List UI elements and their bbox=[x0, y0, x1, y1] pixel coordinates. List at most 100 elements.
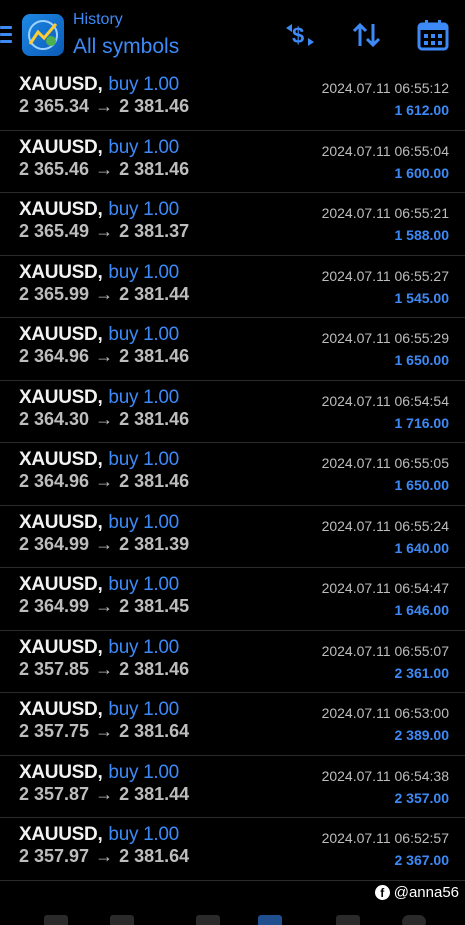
trade-prices: 2 357.87 → 2 381.44 bbox=[19, 784, 189, 805]
trade-row[interactable]: XAUUSD, buy 1.00 2 357.97 → 2 381.64 2024.0… bbox=[0, 818, 465, 881]
calendar-icon bbox=[417, 20, 449, 51]
symbol-filter-title[interactable]: All symbols bbox=[73, 35, 179, 59]
svg-text:$: $ bbox=[292, 23, 304, 48]
close-price: 2 381.44 bbox=[119, 283, 190, 304]
trade-row[interactable]: XAUUSD, buy 1.00 2 364.99 → 2 381.39 2024.0… bbox=[0, 506, 465, 568]
trade-symbol-line: XAUUSD, buy 1.00 bbox=[19, 324, 179, 345]
sort-button[interactable] bbox=[350, 18, 384, 52]
arrow-icon: → bbox=[95, 471, 114, 491]
arrow-icon: → bbox=[95, 408, 114, 429]
trade-time: 2024.07.11 06:54:54 bbox=[321, 392, 449, 409]
watermark: f @anna56 bbox=[374, 884, 459, 901]
trade-side-volume: buy 1.00 bbox=[108, 386, 179, 408]
nav-quotes[interactable] bbox=[44, 915, 68, 925]
trade-time: 2024.07.11 06:55:21 bbox=[321, 205, 449, 221]
arrow-icon: → bbox=[95, 721, 114, 741]
trade-prices: 2 364.96 → 2 381.46 bbox=[19, 346, 189, 367]
trade-profit: 2 357.00 bbox=[394, 789, 450, 806]
trade-row[interactable]: XAUUSD, buy 1.00 2 357.75 → 2 381.64 2024.0… bbox=[0, 693, 465, 756]
arrow-icon: → bbox=[95, 596, 114, 616]
open-price: 2 365.99 bbox=[19, 283, 90, 304]
arrow-icon: → bbox=[95, 283, 114, 304]
trade-time: 2024.07.11 06:55:12 bbox=[321, 80, 449, 96]
nav-chart[interactable] bbox=[110, 915, 134, 925]
trade-time: 2024.07.11 06:55:27 bbox=[321, 267, 449, 284]
trade-prices: 2 357.85 → 2 381.46 bbox=[19, 659, 189, 680]
nav-history[interactable] bbox=[258, 915, 282, 925]
trade-side-volume: buy 1.00 bbox=[108, 261, 179, 283]
trade-row[interactable]: XAUUSD, buy 1.00 2 364.30 → 2 381.46 2024.0… bbox=[0, 381, 465, 443]
trade-row[interactable]: XAUUSD, buy 1.00 2 365.46 → 2 381.46 2024.0… bbox=[0, 131, 465, 193]
open-price: 2 364.96 bbox=[19, 471, 90, 491]
watermark-text: @anna56 bbox=[393, 884, 459, 901]
trade-time: 2024.07.11 06:55:29 bbox=[321, 330, 449, 346]
trade-time: 2024.07.11 06:54:38 bbox=[321, 767, 449, 784]
close-price: 2 381.39 bbox=[119, 533, 190, 554]
trade-profit: 2 361.00 bbox=[394, 664, 450, 681]
close-price: 2 381.46 bbox=[119, 471, 190, 491]
trade-symbol-line: XAUUSD, buy 1.00 bbox=[19, 199, 179, 220]
trade-time: 2024.07.11 06:53:00 bbox=[321, 705, 449, 721]
trade-side-volume: buy 1.00 bbox=[108, 761, 179, 783]
trade-side-volume: buy 1.00 bbox=[108, 199, 179, 220]
trade-prices: 2 365.49 → 2 381.37 bbox=[19, 221, 189, 242]
close-price: 2 381.46 bbox=[119, 408, 190, 429]
arrow-icon: → bbox=[95, 346, 114, 366]
arrow-icon: → bbox=[95, 533, 114, 554]
open-price: 2 364.99 bbox=[19, 533, 90, 554]
close-price: 2 381.37 bbox=[119, 221, 190, 241]
symbol-name: XAUUSD bbox=[19, 199, 98, 220]
symbol-name: XAUUSD bbox=[19, 449, 98, 470]
trade-row[interactable]: XAUUSD, buy 1.00 2 357.87 → 2 381.44 2024.0… bbox=[0, 756, 465, 818]
symbol-name: XAUUSD bbox=[19, 699, 98, 720]
nav-messages[interactable] bbox=[336, 915, 360, 925]
header-subtitle: History bbox=[73, 11, 123, 28]
trade-prices: 2 364.30 → 2 381.46 bbox=[19, 409, 189, 430]
trade-row[interactable]: XAUUSD, buy 1.00 2 357.85 → 2 381.46 2024.0… bbox=[0, 631, 465, 693]
menu-icon[interactable] bbox=[0, 26, 12, 44]
arrow-icon: → bbox=[95, 221, 114, 241]
trade-symbol-line: XAUUSD, buy 1.00 bbox=[19, 449, 179, 470]
trade-prices: 2 365.46 → 2 381.46 bbox=[19, 159, 189, 180]
open-price: 2 364.96 bbox=[19, 346, 90, 366]
trade-row[interactable]: XAUUSD, buy 1.00 2 365.49 → 2 381.37 2024.0… bbox=[0, 193, 465, 256]
symbol-name: XAUUSD bbox=[19, 574, 98, 595]
symbol-name: XAUUSD bbox=[19, 761, 98, 783]
trade-symbol-line: XAUUSD, buy 1.00 bbox=[19, 136, 179, 158]
calendar-button[interactable] bbox=[416, 18, 450, 52]
trade-side-volume: buy 1.00 bbox=[108, 636, 179, 658]
trade-time: 2024.07.11 06:52:57 bbox=[321, 830, 449, 846]
trade-prices: 2 357.75 → 2 381.64 bbox=[19, 721, 189, 742]
close-price: 2 381.46 bbox=[119, 658, 190, 679]
open-price: 2 357.87 bbox=[19, 783, 90, 804]
sort-icon bbox=[352, 22, 381, 48]
trade-row[interactable]: XAUUSD, buy 1.00 2 364.99 → 2 381.45 2024.0… bbox=[0, 568, 465, 631]
trade-side-volume: buy 1.00 bbox=[108, 324, 179, 345]
trade-row[interactable]: XAUUSD, buy 1.00 2 364.96 → 2 381.46 2024.0… bbox=[0, 318, 465, 381]
nav-trade[interactable] bbox=[196, 915, 220, 925]
symbol-name: XAUUSD bbox=[19, 324, 98, 345]
trade-prices: 2 365.99 → 2 381.44 bbox=[19, 284, 189, 305]
trade-history-list: XAUUSD, buy 1.00 2 365.34 → 2 381.46 2024.0… bbox=[0, 68, 465, 881]
trade-prices: 2 357.97 → 2 381.64 bbox=[19, 846, 189, 867]
arrow-icon: → bbox=[95, 783, 114, 804]
trade-side-volume: buy 1.00 bbox=[108, 136, 179, 158]
trade-row[interactable]: XAUUSD, buy 1.00 2 365.99 → 2 381.44 2024.0… bbox=[0, 256, 465, 318]
close-price: 2 381.45 bbox=[119, 596, 190, 616]
trade-profit: 1 588.00 bbox=[394, 227, 450, 243]
trade-symbol-line: XAUUSD, buy 1.00 bbox=[19, 636, 179, 658]
bottom-navigation bbox=[0, 905, 465, 925]
trade-row[interactable]: XAUUSD, buy 1.00 2 364.96 → 2 381.46 2024.0… bbox=[0, 443, 465, 506]
symbol-name: XAUUSD bbox=[19, 636, 98, 658]
currency-swap-button[interactable]: $ bbox=[283, 18, 317, 52]
trade-row[interactable]: XAUUSD, buy 1.00 2 365.34 → 2 381.46 2024.0… bbox=[0, 68, 465, 131]
close-price: 2 381.46 bbox=[119, 158, 190, 179]
trade-symbol-line: XAUUSD, buy 1.00 bbox=[19, 699, 179, 720]
open-price: 2 357.85 bbox=[19, 658, 90, 679]
close-price: 2 381.44 bbox=[119, 783, 190, 804]
open-price: 2 357.97 bbox=[19, 846, 90, 866]
trade-side-volume: buy 1.00 bbox=[108, 824, 179, 845]
symbol-name: XAUUSD bbox=[19, 136, 98, 158]
open-price: 2 357.75 bbox=[19, 721, 90, 741]
nav-settings[interactable] bbox=[402, 915, 426, 925]
